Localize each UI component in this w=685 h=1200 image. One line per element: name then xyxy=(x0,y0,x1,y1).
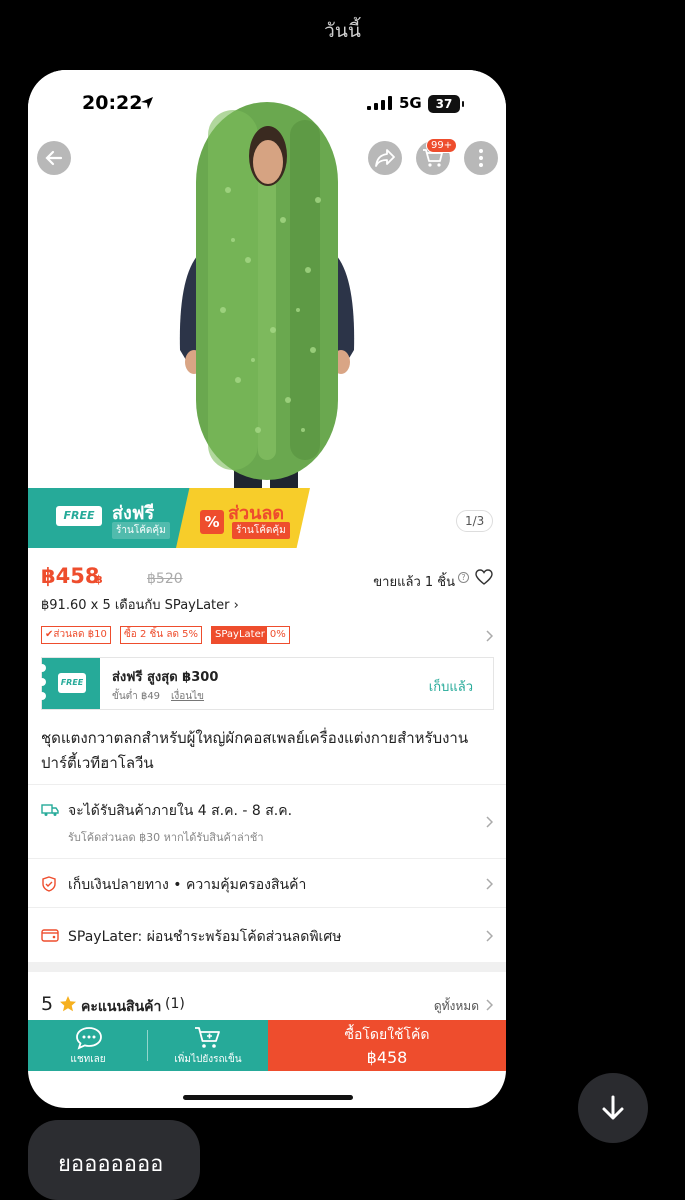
promo-banner: FREE ส่งฟรี ร้านโค้ดคุ้ม % ส่วนลด ร้านโค… xyxy=(28,488,310,548)
voucher-tag-spaylater: SPayLater 0% xyxy=(211,626,290,644)
voucher-tag-bundle: ซื้อ 2 ชิ้น ลด 5% xyxy=(120,626,202,644)
guarantee-text: เก็บเงินปลายทาง • ความคุ้มครองสินค้า xyxy=(68,877,307,893)
price-row: ฿458 ฿ ฿520 ขายแล้ว 1 ชิ้น ? xyxy=(41,564,493,594)
delivery-estimate: จะได้รับสินค้าภายใน 4 ส.ค. - 8 ส.ค. xyxy=(68,803,293,819)
chat-button[interactable]: แชทเลย xyxy=(28,1020,148,1071)
arrow-down-icon xyxy=(602,1095,624,1120)
day-label: วันนี้ xyxy=(324,20,361,42)
chevron-right-icon xyxy=(486,630,493,642)
original-price: ฿520 xyxy=(147,571,183,587)
chat-button-label: แชทเลย xyxy=(70,1054,106,1065)
product-title: ชุดแตงกวาตลกสำหรับผู้ใหญ่ผักคอสเพลย์เครื… xyxy=(41,729,469,772)
truck-icon xyxy=(41,804,59,816)
spaylater-percent: 0% xyxy=(266,627,289,643)
message-text: ยอออออออ xyxy=(58,1152,164,1177)
voucher-title: ส่งฟรี สูงสุด ฿300 xyxy=(112,670,219,685)
divider xyxy=(28,784,506,785)
signal-bars-icon xyxy=(367,96,392,110)
delivery-row[interactable]: จะได้รับสินค้าภายใน 4 ส.ค. - 8 ส.ค. รับโ… xyxy=(41,800,493,848)
voucher-stub: FREE xyxy=(38,658,100,709)
installment-info[interactable]: ฿91.60 x 5 เดือนกับ SPayLater › xyxy=(41,594,239,615)
message-bubble[interactable]: ยอออออออ xyxy=(28,1120,200,1200)
guarantee-row[interactable]: เก็บเงินปลายทาง • ความคุ้มครองสินค้า xyxy=(41,874,493,896)
chat-bubble-icon xyxy=(76,1027,102,1050)
location-arrow-icon xyxy=(141,97,153,109)
chevron-right-icon xyxy=(486,930,493,942)
bottom-action-bar: แชทเลย เพิ่มไปยังรถเข็น ซื้อโดยใช้โค้ด ฿… xyxy=(28,1020,506,1071)
add-to-cart-button[interactable]: เพิ่มไปยังรถเข็น xyxy=(148,1020,268,1071)
voucher-min-spend: ขั้นต่ำ ฿49 xyxy=(112,691,161,702)
cart-count-badge: 99+ xyxy=(426,138,458,153)
chevron-right-icon xyxy=(486,999,493,1011)
image-counter: 1/3 xyxy=(456,510,494,532)
shipping-voucher-card[interactable]: FREE ส่งฟรี สูงสุด ฿300 ขั้นต่ำ ฿49 เงื่… xyxy=(38,657,494,710)
rating-row[interactable]: 5 คะแนนสินค้า (1) ดูทั้งหมด xyxy=(41,993,493,1019)
spaylater-label: SPayLater xyxy=(215,629,265,640)
more-vertical-icon xyxy=(479,149,483,167)
percent-icon: % xyxy=(200,510,224,534)
star-icon xyxy=(60,996,76,1012)
section-separator xyxy=(28,962,506,972)
divider xyxy=(28,858,506,859)
voucher-collected-label[interactable]: เก็บแล้ว xyxy=(429,676,473,697)
phone-screenshot: 20:22 5G 37 99+ FREE ส่งฟรี ร้านโค้ดคุ้ม… xyxy=(28,70,506,1108)
delivery-guarantee: รับโค้ดส่วนลด ฿30 หากได้รับสินค้าล่าช้า xyxy=(68,831,264,844)
shield-icon xyxy=(42,876,56,892)
wallet-icon xyxy=(41,929,59,942)
rating-count: (1) xyxy=(165,996,185,1012)
voucher-tag-discount: ✔ส่วนลด ฿10 xyxy=(41,626,111,644)
status-bar: 20:22 5G 37 xyxy=(28,90,506,120)
buy-with-code-button[interactable]: ซื้อโดยใช้โค้ด ฿458 xyxy=(268,1020,506,1071)
rating-label: คะแนนสินค้า xyxy=(81,999,162,1015)
share-button[interactable] xyxy=(368,141,402,175)
heart-icon[interactable] xyxy=(475,569,493,585)
battery-icon: 37 xyxy=(428,95,464,113)
share-arrow-icon xyxy=(375,149,395,167)
see-all-link[interactable]: ดูทั้งหมด xyxy=(434,997,479,1016)
free-shipping-sub: ร้านโค้ดคุ้ม xyxy=(112,522,170,539)
coin-icon: ฿ xyxy=(95,573,103,586)
spaylater-row[interactable]: SPayLater: ผ่อนชำระพร้อมโค้ดส่วนลดพิเศษ xyxy=(41,926,493,948)
arrow-left-icon xyxy=(45,150,63,166)
discount-sub: ร้านโค้ดคุ้ม xyxy=(232,522,290,539)
add-to-cart-label: เพิ่มไปยังรถเข็น xyxy=(174,1054,242,1065)
divider xyxy=(28,907,506,908)
voucher-tags[interactable]: ✔ส่วนลด ฿10 ซื้อ 2 ชิ้น ลด 5% SPayLater 0… xyxy=(41,626,493,646)
voucher-conditions-link[interactable]: เงื่อนไข xyxy=(171,689,204,704)
scroll-to-bottom-button[interactable] xyxy=(578,1073,648,1143)
product-price: ฿458 xyxy=(41,564,100,588)
chevron-right-icon xyxy=(486,816,493,828)
free-truck-icon: FREE xyxy=(56,506,102,526)
cart-plus-icon xyxy=(195,1027,220,1048)
sold-count: ขายแล้ว 1 ชิ้น xyxy=(373,575,455,590)
more-options-button[interactable] xyxy=(464,141,498,175)
back-button[interactable] xyxy=(37,141,71,175)
free-truck-icon: FREE xyxy=(58,673,86,693)
buy-button-price: ฿458 xyxy=(366,1048,408,1067)
network-type: 5G xyxy=(399,94,422,112)
buy-button-label: ซื้อโดยใช้โค้ด xyxy=(344,1027,430,1043)
status-time: 20:22 xyxy=(82,92,143,114)
home-indicator xyxy=(183,1095,353,1100)
free-shipping-promo: FREE ส่งฟรี ร้านโค้ดคุ้ม xyxy=(28,488,190,548)
spaylater-text: SPayLater: ผ่อนชำระพร้อมโค้ดส่วนลดพิเศษ xyxy=(68,929,342,945)
chevron-right-icon xyxy=(486,878,493,890)
question-icon[interactable]: ? xyxy=(458,572,469,583)
rating-score: 5 xyxy=(41,993,54,1015)
